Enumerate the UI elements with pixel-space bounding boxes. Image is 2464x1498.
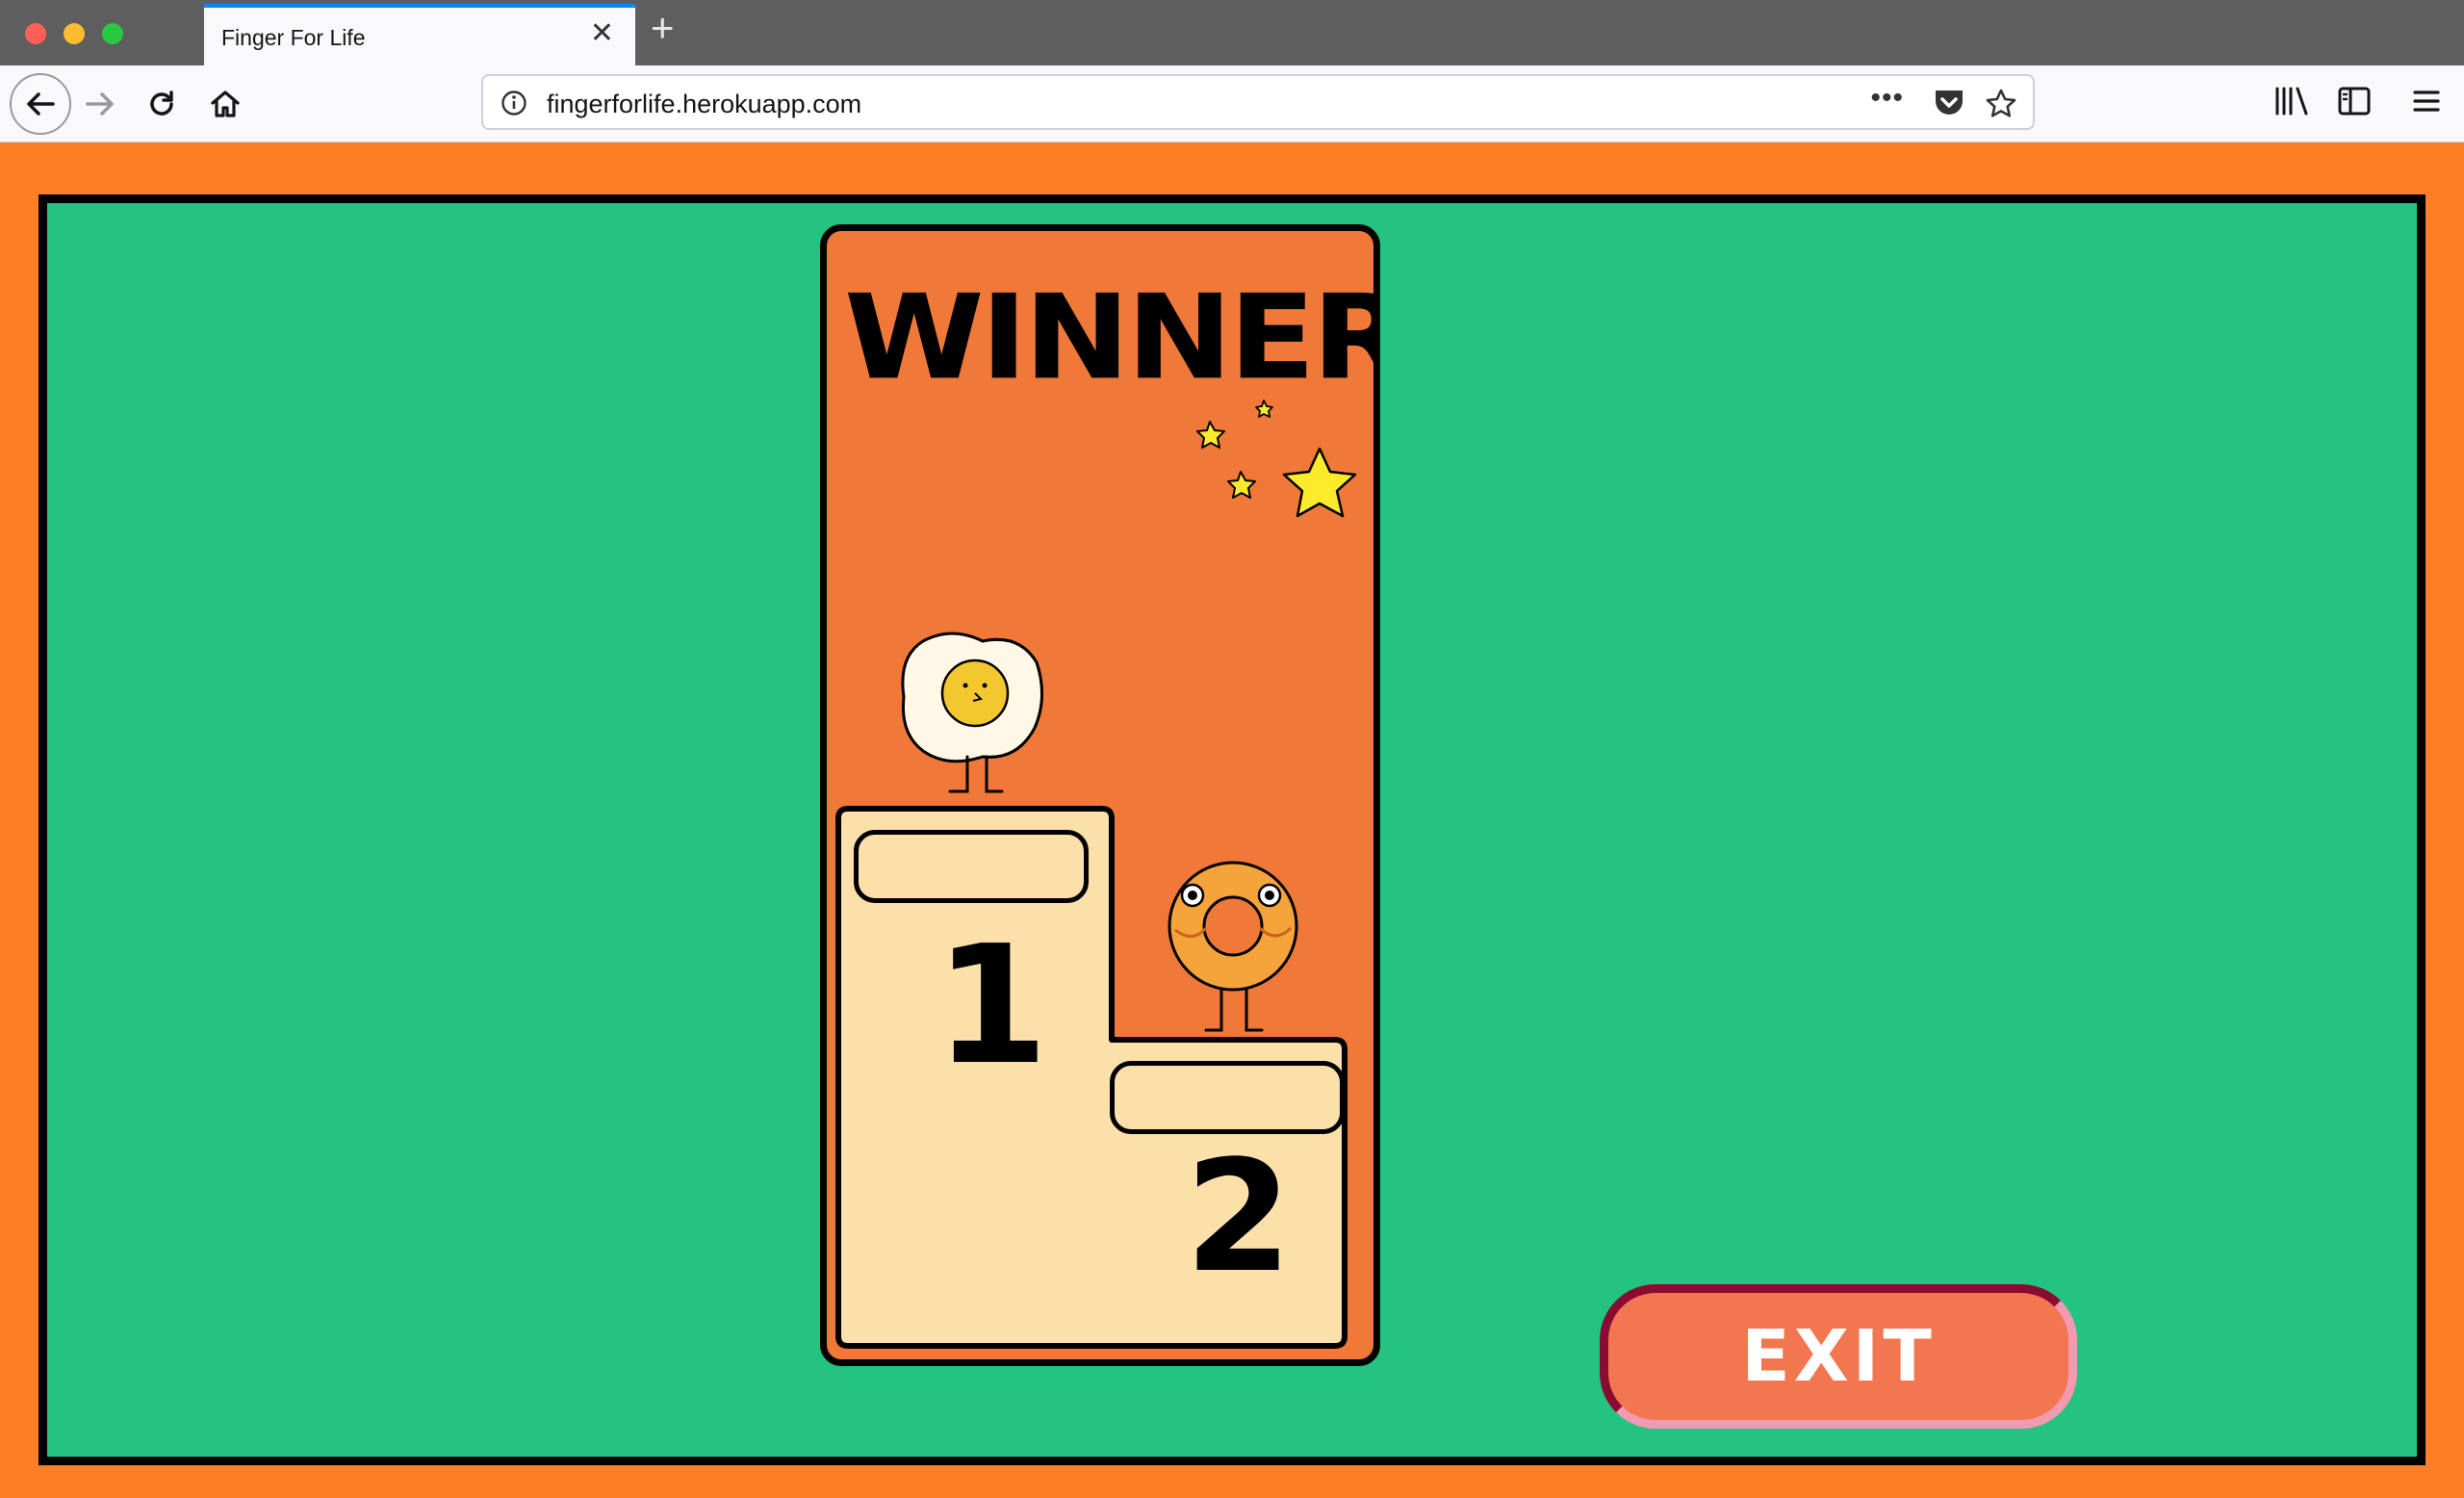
url-bar[interactable]: fingerforlife.herokuapp.com ••• [481, 74, 2035, 130]
new-tab-icon[interactable]: + [651, 8, 675, 48]
tab-title: Finger For Life [221, 25, 366, 50]
close-window-button[interactable] [25, 23, 46, 44]
back-button[interactable] [10, 73, 71, 135]
minimize-window-button[interactable] [64, 23, 85, 44]
bookmark-star-icon[interactable] [1985, 88, 2017, 120]
reload-icon [150, 90, 173, 116]
egg-character [901, 632, 1044, 793]
close-tab-icon[interactable]: ✕ [590, 19, 614, 48]
library-icon[interactable] [2273, 85, 2310, 117]
url-text[interactable]: fingerforlife.herokuapp.com [547, 90, 861, 119]
pocket-icon[interactable] [1933, 88, 1965, 118]
first-place-number: 1 [935, 911, 1049, 1101]
second-place-number: 2 [1185, 1126, 1293, 1306]
exit-label: EXIT [1741, 1315, 1936, 1398]
second-place-name-box [1110, 1061, 1345, 1134]
sidebar-icon[interactable] [2337, 85, 2372, 117]
first-place-name-box [854, 830, 1089, 903]
hamburger-menu-icon[interactable] [2410, 85, 2443, 117]
forward-arrow-icon [86, 92, 114, 116]
nav-toolbar: fingerforlife.herokuapp.com ••• [0, 65, 2464, 142]
home-icon [211, 90, 240, 117]
home-button[interactable] [198, 77, 252, 131]
forward-button[interactable] [73, 77, 127, 131]
back-arrow-icon [27, 92, 55, 116]
winner-panel: WINNER 1 2 [820, 224, 1380, 1366]
donut-character [1168, 861, 1298, 1032]
exit-button[interactable]: EXIT [1600, 1284, 2077, 1429]
info-icon[interactable] [500, 90, 527, 116]
maximize-window-button[interactable] [102, 23, 123, 44]
tab-bar: Finger For Life ✕ + [0, 0, 2464, 65]
page-actions-icon[interactable]: ••• [1870, 82, 1904, 115]
active-tab[interactable]: Finger For Life ✕ [204, 4, 635, 65]
reload-button[interactable] [135, 77, 189, 131]
